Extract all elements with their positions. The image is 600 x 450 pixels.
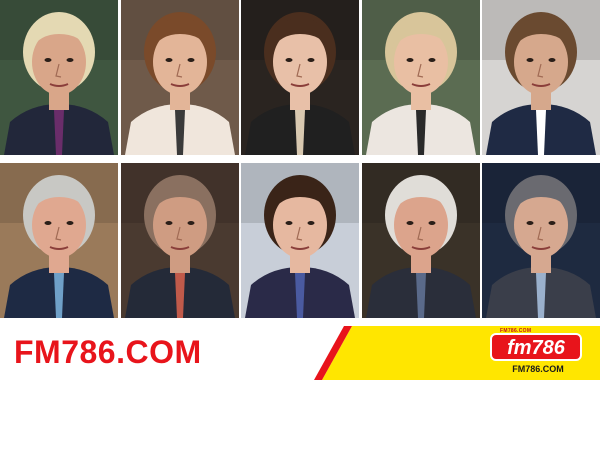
portrait-photo-10 [482, 163, 600, 318]
portrait-photo-6 [0, 163, 118, 318]
photo-collage [0, 0, 600, 318]
portrait-photo-5 [482, 0, 600, 155]
portrait-photo-2 [120, 0, 239, 155]
brand-banner: FM786.COM FM786.COM fm786 FM786.COM [0, 326, 600, 380]
portrait-photo-4 [361, 0, 480, 155]
fm786-logo: fm786 [490, 333, 582, 361]
portrait-photo-3 [241, 0, 359, 155]
portrait-photo-1 [0, 0, 118, 155]
portrait-photo-9 [361, 163, 480, 318]
logo-sub-text: FM786.COM [512, 364, 564, 374]
portrait-photo-7 [120, 163, 239, 318]
portrait-photo-8 [241, 163, 359, 318]
logo-main-text: fm786 [507, 337, 566, 359]
site-name-text: FM786.COM [14, 334, 202, 370]
